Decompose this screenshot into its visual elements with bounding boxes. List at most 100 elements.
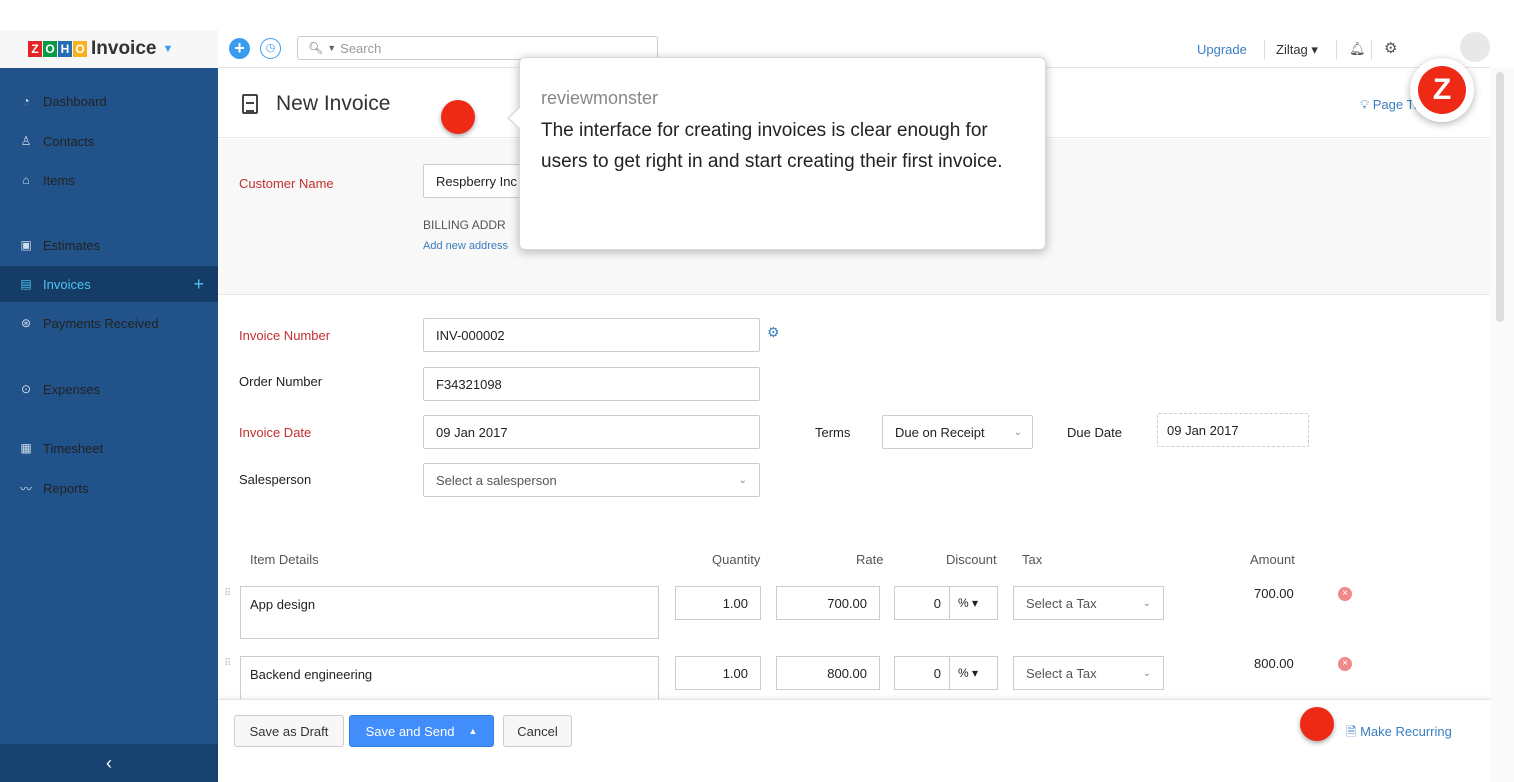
customer-name-field[interactable]: Respberry Inc <box>423 164 533 198</box>
terms-label: Terms <box>815 425 851 440</box>
item-details-field[interactable]: Backend engineering <box>240 656 659 700</box>
discount-field[interactable]: 0 % ▾ <box>894 586 998 620</box>
item-name: App design <box>250 597 316 612</box>
item-details-field[interactable]: App design <box>240 586 659 639</box>
quantity-field[interactable]: 1.00 <box>675 656 761 690</box>
save-as-draft-button[interactable]: Save as Draft <box>234 715 344 747</box>
discount-value: 0 <box>933 665 941 681</box>
chevron-down-icon: ⌄ <box>1013 426 1022 438</box>
rate-field[interactable]: 700.00 <box>776 586 880 620</box>
save-and-send-label: Save and Send <box>365 723 455 739</box>
due-date-field[interactable]: 09 Jan 2017 <box>1157 413 1309 447</box>
ziltag-z-icon: Z <box>1418 66 1466 114</box>
sidebar-item-estimates[interactable]: ▣ Estimates <box>0 227 218 263</box>
form-footer: Save as Draft Save and Send ▲ Cancel 🗎 M… <box>218 699 1490 759</box>
invoice-number-field[interactable]: INV-000002 <box>423 318 760 352</box>
rate-field[interactable]: 800.00 <box>776 656 880 690</box>
bell-icon[interactable]: 🔔︎ <box>1349 41 1366 57</box>
drag-handle-icon[interactable]: ⠿ <box>224 658 231 669</box>
remove-row-icon[interactable]: × <box>1338 657 1352 671</box>
tax-placeholder: Select a Tax <box>1026 595 1097 611</box>
tax-select[interactable]: Select a Tax ⌄ <box>1013 586 1164 620</box>
line-amount: 700.00 <box>1254 586 1294 601</box>
recurring-document-icon: 🗎 <box>1346 724 1357 739</box>
dashboard-icon: ◔ <box>22 94 30 108</box>
make-recurring-label: Make Recurring <box>1360 724 1452 739</box>
item-name: Backend engineering <box>250 667 373 682</box>
sidebar-item-timesheet[interactable]: ▦ Timesheet <box>0 430 218 466</box>
document-icon <box>242 94 258 114</box>
add-new-address-link[interactable]: Add new address <box>423 240 508 252</box>
sidebar-item-dashboard[interactable]: ◔ Dashboard <box>0 83 218 119</box>
discount-unit-select[interactable]: % ▾ <box>949 657 978 689</box>
items-table-header: Item Details Quantity Rate Discount Tax … <box>218 540 1490 578</box>
line-amount: 800.00 <box>1254 656 1294 671</box>
invoice-number-label: Invoice Number <box>239 328 331 343</box>
due-date-label: Due Date <box>1067 425 1122 440</box>
collapse-sidebar-button[interactable]: ‹ <box>0 744 218 782</box>
quick-create-button[interactable]: + <box>229 38 250 59</box>
divider <box>1264 40 1265 60</box>
save-and-send-button[interactable]: Save and Send ▲ <box>349 715 494 747</box>
remove-row-icon[interactable]: × <box>1338 587 1352 601</box>
page-tips-label: Page Ti <box>1372 97 1417 112</box>
organization-switcher[interactable]: Ziltag ▾ <box>1276 42 1318 58</box>
caret-down-icon: ▼ <box>327 43 337 53</box>
quantity-field[interactable]: 1.00 <box>675 586 761 620</box>
page-title: New Invoice <box>276 92 391 115</box>
invoice-date-field[interactable]: 09 Jan 2017 <box>423 415 760 449</box>
terms-select[interactable]: Due on Receipt ⌄ <box>882 415 1033 449</box>
tax-select[interactable]: Select a Tax ⌄ <box>1013 656 1164 690</box>
sidebar-item-payments-received[interactable]: ⊛ Payments Received <box>0 305 218 341</box>
order-number-field[interactable]: F34321098 <box>423 367 760 401</box>
annotation-marker[interactable] <box>1300 707 1334 741</box>
order-number-value: F34321098 <box>436 376 502 392</box>
column-amount: Amount <box>1250 552 1295 567</box>
review-tooltip: reviewmonster The interface for creating… <box>507 57 1046 250</box>
scrollbar-thumb[interactable] <box>1496 72 1504 322</box>
due-date-value: 09 Jan 2017 <box>1167 422 1239 438</box>
billing-address-label: BILLING ADDR <box>423 218 506 232</box>
gear-icon[interactable]: ⚙ <box>1384 39 1397 57</box>
avatar[interactable] <box>1460 32 1490 62</box>
salesperson-placeholder: Select a salesperson <box>436 472 557 488</box>
annotation-marker[interactable] <box>441 100 475 134</box>
column-tax: Tax <box>1022 552 1043 567</box>
search-placeholder: Search <box>340 40 382 56</box>
sidebar-item-reports[interactable]: 〰 Reports <box>0 470 218 506</box>
page-tips-link[interactable]: 💡︎ Page Ti <box>1360 97 1417 113</box>
upgrade-link[interactable]: Upgrade <box>1197 42 1247 57</box>
sidebar-item-invoices[interactable]: ▤ Invoices + <box>0 266 218 302</box>
drag-handle-icon[interactable]: ⠿ <box>224 588 231 599</box>
salesperson-select[interactable]: Select a salesperson ⌄ <box>423 463 760 497</box>
invoice-date-value: 09 Jan 2017 <box>436 424 508 440</box>
cancel-button[interactable]: Cancel <box>503 715 572 747</box>
app-name: Invoice <box>91 38 157 59</box>
gear-icon[interactable]: ⚙ <box>767 324 780 341</box>
invoices-icon: ▤ <box>20 277 32 291</box>
discount-unit-select[interactable]: % ▾ <box>949 587 978 619</box>
customer-name-label: Customer Name <box>239 176 334 191</box>
make-recurring-link[interactable]: 🗎 Make Recurring <box>1346 723 1452 745</box>
sidebar: ◔ Dashboard ♙ Contacts ⌂ Items ▣ Estimates ▤… <box>0 68 218 782</box>
brand-area[interactable]: Z O H O Invoice ▼ <box>0 30 218 68</box>
sidebar-item-items[interactable]: ⌂ Items <box>0 162 218 198</box>
review-text: The interface for creating invoices is c… <box>541 120 1003 172</box>
recent-history-icon[interactable]: ◷ <box>260 38 281 59</box>
rate-value: 800.00 <box>827 665 867 681</box>
caret-up-icon[interactable]: ▲ <box>468 726 477 736</box>
chevron-down-icon: ⌄ <box>1142 667 1151 679</box>
caret-down-icon: ▼ <box>162 43 174 55</box>
tax-placeholder: Select a Tax <box>1026 665 1097 681</box>
discount-field[interactable]: 0 % ▾ <box>894 656 998 690</box>
sidebar-item-expenses[interactable]: ⊙ Expenses <box>0 371 218 407</box>
sidebar-item-contacts[interactable]: ♙ Contacts <box>0 123 218 159</box>
lightbulb-icon: 💡︎ <box>1360 97 1370 112</box>
new-invoice-plus-icon[interactable]: + <box>193 274 204 295</box>
contacts-icon: ♙ <box>20 134 32 148</box>
ziltag-badge-icon[interactable]: Z <box>1410 58 1474 122</box>
quantity-value: 1.00 <box>722 665 748 681</box>
customer-name-value: Respberry Inc <box>436 173 517 189</box>
salesperson-label: Salesperson <box>239 472 312 487</box>
discount-value: 0 <box>933 595 941 611</box>
